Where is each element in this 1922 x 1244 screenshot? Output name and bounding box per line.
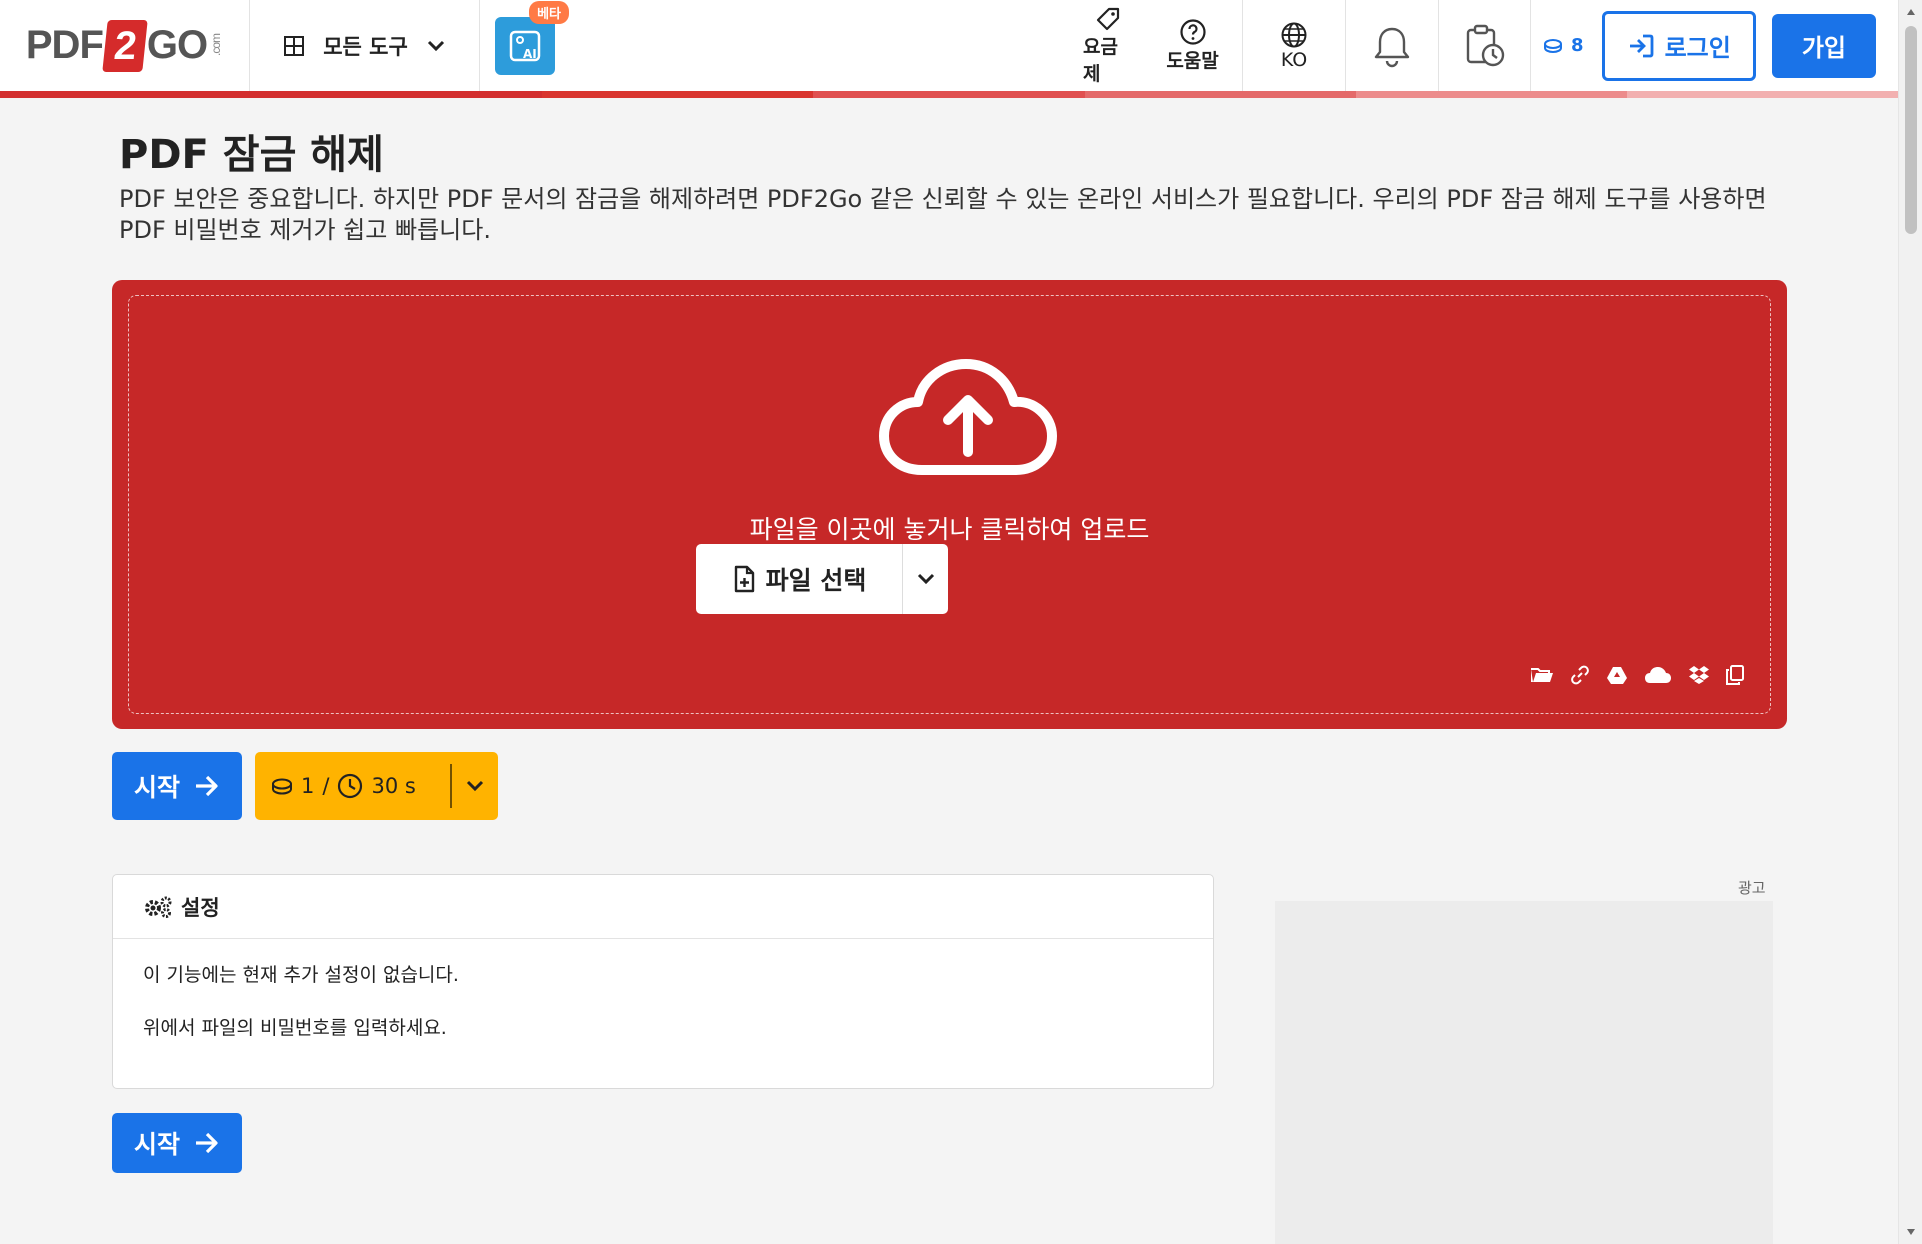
conversion-cost-info: 1 / 30 s xyxy=(255,773,450,799)
help-link[interactable]: 도움말 xyxy=(1143,0,1244,91)
start-button-bottom[interactable]: 시작 xyxy=(112,1113,243,1173)
clipboard-clock-icon xyxy=(1463,23,1507,69)
scrollbar-thumb[interactable] xyxy=(1905,26,1917,234)
scroll-up-arrow-icon[interactable] xyxy=(1899,2,1922,22)
notifications-button[interactable] xyxy=(1346,0,1440,91)
clock-icon xyxy=(337,773,363,799)
file-add-icon xyxy=(732,565,756,593)
pricing-label: 요금제 xyxy=(1083,35,1119,85)
arrow-right-icon xyxy=(194,775,220,797)
all-tools-menu[interactable]: 모든 도구 xyxy=(250,0,480,91)
login-label: 로그인 xyxy=(1664,34,1731,62)
dropbox-icon[interactable] xyxy=(1688,665,1710,685)
start-label: 시작 xyxy=(134,1130,181,1159)
ad-slot[interactable] xyxy=(1275,901,1773,1244)
clipboard-icon[interactable] xyxy=(1726,665,1744,685)
signup-button[interactable]: 가입 xyxy=(1771,13,1876,78)
coin-icon xyxy=(271,778,293,795)
page-scrollbar[interactable] xyxy=(1898,0,1922,1244)
help-label: 도움말 xyxy=(1166,50,1219,72)
grid-icon xyxy=(283,35,305,57)
header-color-strip xyxy=(0,91,1898,98)
help-icon xyxy=(1179,18,1207,46)
dropzone-prompt: 파일을 이곳에 놓거나 클릭하여 업로드 xyxy=(749,515,1150,544)
page-title: PDF 잠금 해제 xyxy=(119,132,384,178)
start-button[interactable]: 시작 xyxy=(112,752,243,820)
settings-body: 이 기능에는 현재 추가 설정이 없습니다. 위에서 파일의 비밀번호를 입력하… xyxy=(113,939,1213,1065)
header-spacer xyxy=(570,0,1073,91)
choose-file-main[interactable]: 파일 선택 xyxy=(696,544,902,614)
page-description: PDF 보안은 중요합니다. 하지만 PDF 문서의 잠금을 해제하려면 PDF… xyxy=(119,185,1767,244)
all-tools-label: 모든 도구 xyxy=(323,34,408,59)
bell-icon xyxy=(1371,24,1413,68)
credits-counter[interactable]: 8 xyxy=(1531,0,1596,91)
logo-two: 2 xyxy=(102,19,148,72)
choose-file-dropdown[interactable] xyxy=(902,544,948,614)
beta-badge: 베타 xyxy=(529,0,569,24)
ai-tool-button[interactable]: AI 베타 xyxy=(495,0,569,75)
ai-image-icon: AI xyxy=(508,29,542,63)
coin-icon xyxy=(1543,38,1563,54)
chevron-down-icon xyxy=(917,573,935,585)
settings-info-line: 이 기능에는 현재 추가 설정이 없습니다. xyxy=(143,964,459,986)
upload-source-icons xyxy=(1530,665,1744,685)
settings-panel: 설정 이 기능에는 현재 추가 설정이 없습니다. 위에서 파일의 비밀번호를 … xyxy=(112,874,1214,1089)
language-selector[interactable]: KO xyxy=(1243,0,1347,91)
strip-segment xyxy=(542,91,814,98)
logo-com: .com xyxy=(209,34,224,57)
cloud-upload-icon xyxy=(876,356,1060,480)
settings-title: 설정 xyxy=(181,895,220,920)
price-tag-icon xyxy=(1095,6,1121,32)
strip-segment xyxy=(1626,91,1898,98)
login-button[interactable]: 로그인 xyxy=(1601,10,1756,81)
google-drive-icon[interactable] xyxy=(1606,666,1628,685)
strip-segment xyxy=(1084,91,1356,98)
logo-go: GO xyxy=(146,23,208,67)
strip-segment xyxy=(0,91,272,98)
arrow-right-icon xyxy=(194,1132,220,1154)
pricing-link[interactable]: 요금제 xyxy=(1073,0,1143,91)
onedrive-icon[interactable] xyxy=(1644,666,1672,684)
chevron-down-icon xyxy=(466,780,484,792)
folder-icon[interactable] xyxy=(1530,666,1554,684)
history-button[interactable] xyxy=(1439,0,1532,91)
cost-separator: / xyxy=(322,774,330,798)
gears-icon xyxy=(143,896,173,918)
strip-segment xyxy=(813,91,1085,98)
scroll-down-arrow-icon[interactable] xyxy=(1899,1222,1922,1242)
top-navigation: PDF 2 GO .com 모든 도구 AI 베타 요금제 도움말 KO 8 로… xyxy=(0,0,1898,91)
choose-file-label: 파일 선택 xyxy=(765,566,867,595)
settings-info-line: 위에서 파일의 비밀번호를 입력하세요. xyxy=(143,1017,447,1039)
file-dropzone[interactable]: 파일을 이곳에 놓거나 클릭하여 업로드 파일 선택 xyxy=(112,280,1787,729)
strip-segment xyxy=(1355,91,1627,98)
ad-label: 광고 xyxy=(1738,879,1766,897)
conversion-cost-button[interactable]: 1 / 30 s xyxy=(255,752,498,820)
globe-icon xyxy=(1280,21,1308,49)
choose-file-button[interactable]: 파일 선택 xyxy=(696,544,948,614)
logo-wordmark: PDF 2 GO .com xyxy=(25,19,224,72)
logo[interactable]: PDF 2 GO .com xyxy=(0,0,250,91)
settings-header: 설정 xyxy=(113,875,1213,939)
cost-dropdown[interactable] xyxy=(450,764,498,808)
cost-credits: 1 xyxy=(301,774,315,798)
link-icon[interactable] xyxy=(1570,665,1590,685)
language-label: KO xyxy=(1280,48,1308,71)
ai-tool-wrap: AI 베타 xyxy=(480,0,570,91)
ai-icon-text: AI xyxy=(523,47,537,61)
chevron-down-icon xyxy=(426,39,446,53)
logo-pdf: PDF xyxy=(25,23,104,67)
strip-segment xyxy=(271,91,543,98)
dropzone-dashed-border: 파일을 이곳에 놓거나 클릭하여 업로드 파일 선택 xyxy=(128,295,1771,714)
cost-time: 30 s xyxy=(371,774,416,798)
start-label: 시작 xyxy=(134,773,181,802)
login-icon xyxy=(1627,33,1655,59)
credits-count: 8 xyxy=(1571,35,1584,56)
